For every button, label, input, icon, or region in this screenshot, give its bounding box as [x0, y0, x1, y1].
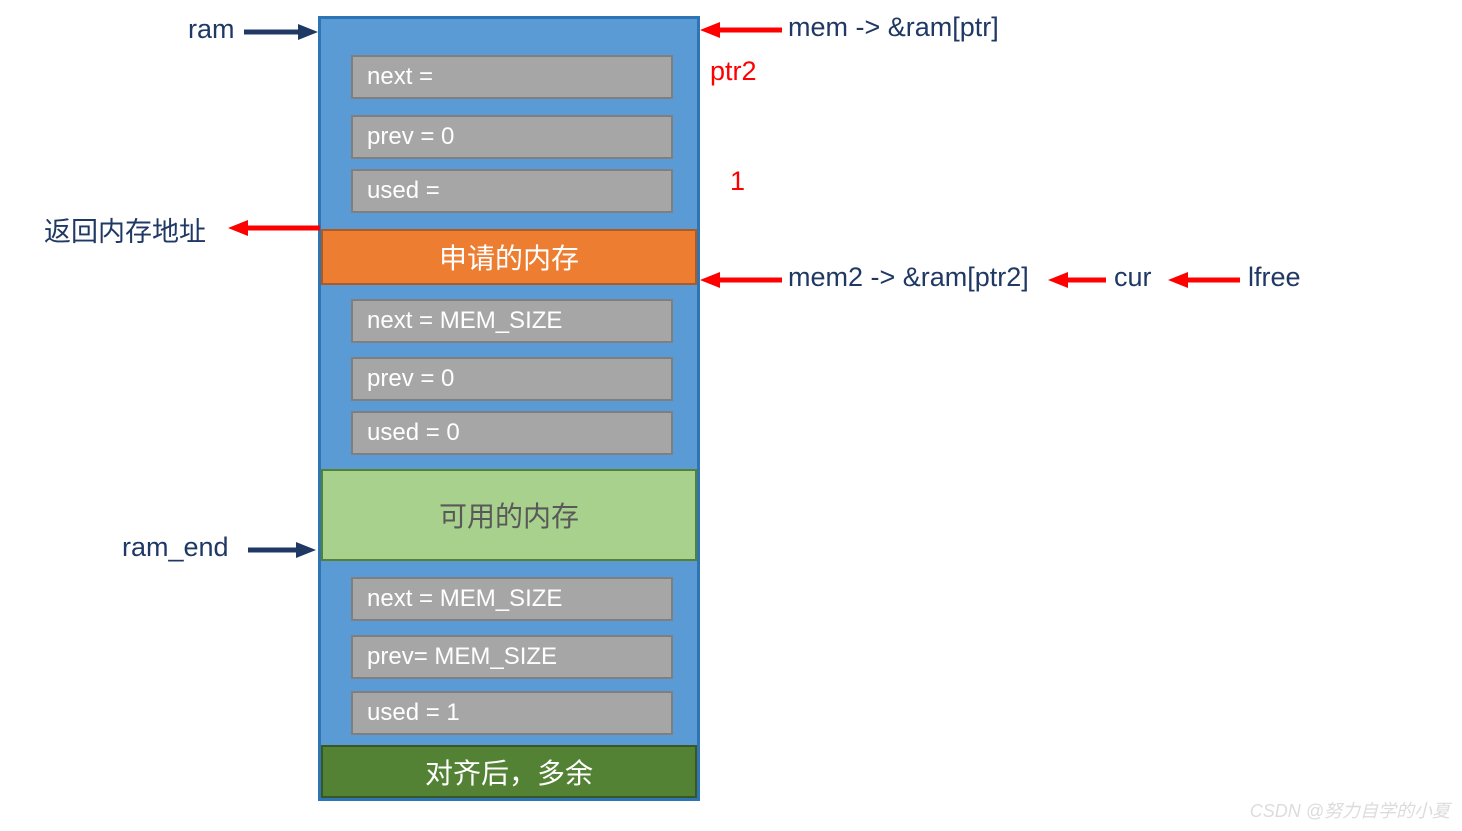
arrow-mem — [700, 20, 782, 40]
one-label: 1 — [730, 166, 745, 197]
b3-used-field: used = 1 — [351, 691, 673, 735]
b1-used-field: used = — [351, 169, 673, 213]
b1-banner-allocated: 申请的内存 — [321, 229, 697, 285]
ptr2-label: ptr2 — [710, 56, 757, 87]
lfree-label: lfree — [1248, 262, 1301, 293]
ram-end-label: ram_end — [122, 532, 229, 563]
memory-column: next = prev = 0 used = 申请的内存 next = MEM_… — [318, 16, 700, 801]
b2-banner-free: 可用的内存 — [321, 469, 697, 561]
mem2-label: mem2 -> &ram[ptr2] — [788, 262, 1029, 293]
b1-next-field: next = — [351, 55, 673, 99]
arrow-lfree — [1168, 270, 1240, 290]
mem-label: mem -> &ram[ptr] — [788, 12, 999, 43]
watermark: CSDN @努力自学的小夏 — [1250, 797, 1450, 823]
b3-banner-padding: 对齐后，多余 — [321, 745, 697, 798]
b3-prev-field: prev= MEM_SIZE — [351, 635, 673, 679]
return-addr-label: 返回内存地址 — [44, 210, 206, 249]
ram-label: ram — [188, 14, 235, 45]
b2-prev-field: prev = 0 — [351, 357, 673, 401]
cur-label: cur — [1114, 262, 1152, 293]
b1-prev-field: prev = 0 — [351, 115, 673, 159]
arrow-return-addr — [228, 218, 320, 238]
arrow-mem2 — [700, 270, 782, 290]
b3-next-field: next = MEM_SIZE — [351, 577, 673, 621]
arrow-ram-end — [248, 540, 316, 560]
arrow-ram — [244, 22, 318, 42]
b2-used-field: used = 0 — [351, 411, 673, 455]
b2-next-field: next = MEM_SIZE — [351, 299, 673, 343]
arrow-cur — [1048, 270, 1106, 290]
